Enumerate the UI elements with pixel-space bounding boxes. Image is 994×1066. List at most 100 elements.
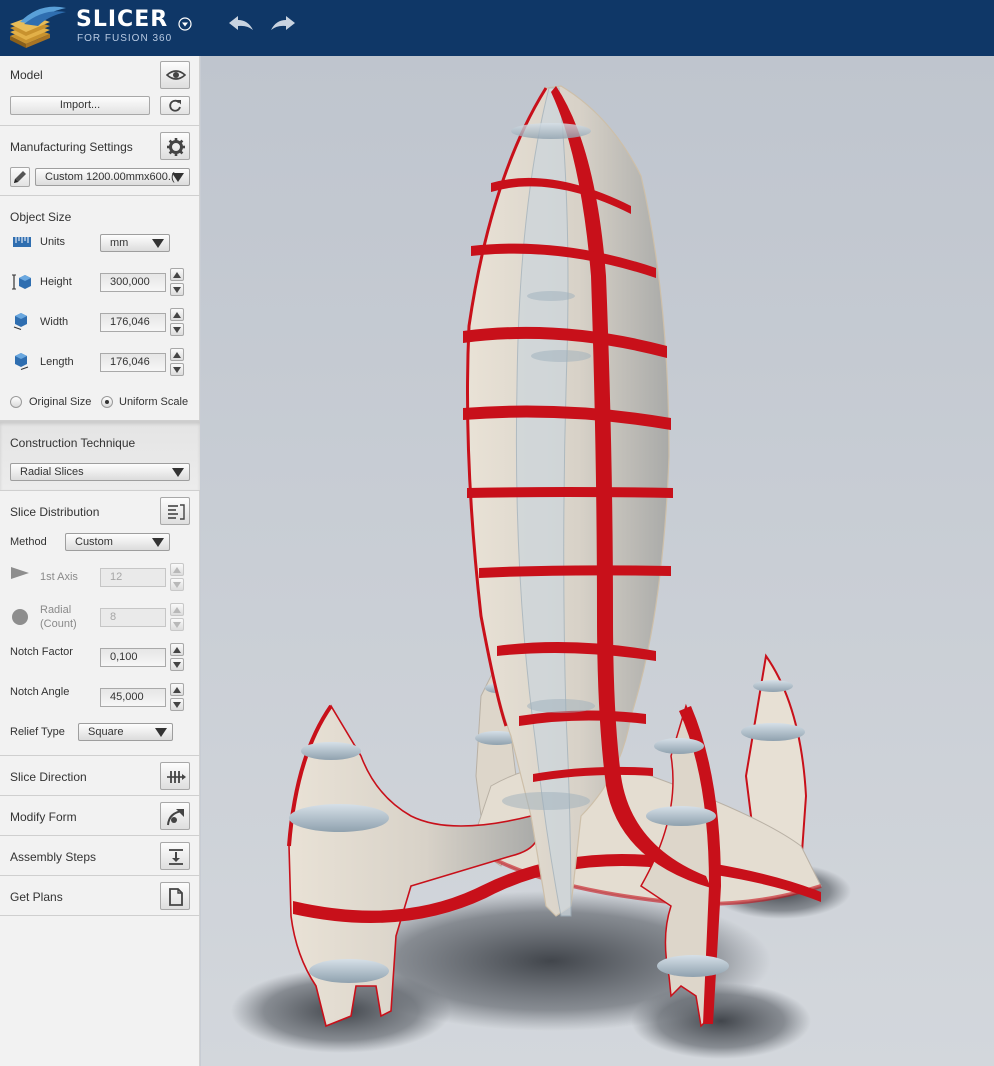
model-viewport[interactable] [201, 56, 994, 1066]
construction-section: Construction Technique Radial Slices [0, 421, 200, 491]
notch-angle-stepper[interactable] [170, 683, 184, 711]
arrow-up-icon [173, 687, 181, 693]
app-subtitle: FOR FUSION 360 [77, 33, 173, 44]
increment-button[interactable] [170, 563, 184, 576]
notch-factor-label: Notch Factor [10, 646, 73, 658]
radial-count-stepper[interactable] [170, 603, 184, 631]
chevron-down-icon [155, 728, 167, 737]
distribution-options-button[interactable] [160, 497, 190, 525]
radial-circle-icon [12, 609, 28, 625]
modify-form-button[interactable] [160, 802, 190, 830]
get-plans-section: Get Plans [0, 876, 200, 916]
units-select[interactable]: mm [100, 234, 170, 252]
decrement-button[interactable] [170, 323, 184, 336]
construction-select[interactable]: Radial Slices [10, 463, 190, 481]
fin-disc [646, 806, 716, 826]
model-title: Model [10, 68, 43, 82]
width-stepper[interactable] [170, 308, 184, 336]
redo-icon[interactable] [268, 12, 298, 36]
decrement-button[interactable] [170, 578, 184, 591]
decrement-button[interactable] [170, 658, 184, 671]
relief-type-label: Relief Type [10, 726, 65, 738]
construction-title: Construction Technique [10, 436, 136, 450]
eye-icon [166, 70, 186, 80]
machine-select[interactable]: Custom 1200.00mmx600.( [35, 168, 190, 186]
decrement-button[interactable] [170, 698, 184, 711]
get-plans-button[interactable] [160, 882, 190, 910]
edit-manufacturing-button[interactable] [10, 167, 30, 187]
increment-button[interactable] [170, 268, 184, 281]
notch-factor-input[interactable]: 0,100 [100, 648, 166, 667]
first-axis-label: 1st Axis [40, 571, 78, 583]
model-section: Model Import... [0, 56, 200, 126]
method-select-value: Custom [75, 536, 113, 548]
length-stepper[interactable] [170, 348, 184, 376]
arrow-down-icon [173, 702, 181, 708]
slice-direction-section: Slice Direction [0, 756, 200, 796]
assembly-steps-icon [169, 849, 183, 865]
relief-type-select[interactable]: Square [78, 723, 173, 741]
height-stepper[interactable] [170, 268, 184, 296]
manufacturing-settings-button[interactable] [160, 132, 190, 160]
first-axis-input[interactable]: 12 [100, 568, 166, 587]
increment-button[interactable] [170, 643, 184, 656]
document-icon [169, 888, 183, 906]
notch-factor-stepper[interactable] [170, 643, 184, 671]
radial-count-input[interactable]: 8 [100, 608, 166, 627]
method-select[interactable]: Custom [65, 533, 170, 551]
original-size-radio[interactable] [10, 396, 22, 408]
chevron-down-icon [172, 468, 184, 477]
length-label: Length [40, 356, 74, 368]
assembly-steps-title: Assembly Steps [10, 850, 97, 864]
slice-direction-button[interactable] [160, 762, 190, 790]
assembly-steps-section: Assembly Steps [0, 836, 200, 876]
refresh-button[interactable] [160, 96, 190, 115]
decrement-button[interactable] [170, 363, 184, 376]
gear-icon [167, 138, 185, 156]
notch-angle-input[interactable]: 45,000 [100, 688, 166, 707]
rocket-model[interactable] [201, 56, 994, 1066]
axis-arrow-icon [11, 567, 29, 579]
ground-shadow [631, 983, 811, 1059]
length-icon [15, 353, 29, 370]
manufacturing-section: Manufacturing Settings Custom 1200.00mmx… [0, 126, 200, 196]
increment-button[interactable] [170, 603, 184, 616]
increment-button[interactable] [170, 348, 184, 361]
chevron-down-icon [152, 538, 164, 547]
arrow-down-icon [173, 287, 181, 293]
arrow-down-icon [173, 582, 181, 588]
assembly-steps-button[interactable] [160, 842, 190, 870]
increment-button[interactable] [170, 308, 184, 321]
slicer-logo-icon [10, 6, 66, 48]
distribution-icon [168, 504, 185, 520]
app-menu-dropdown-icon[interactable] [178, 17, 192, 31]
first-axis-stepper[interactable] [170, 563, 184, 591]
app-brand: SLICER [76, 7, 169, 32]
slice-direction-title: Slice Direction [10, 770, 87, 784]
arrow-up-icon [173, 647, 181, 653]
uniform-scale-radio[interactable] [101, 396, 113, 408]
fin-disc [753, 680, 793, 692]
undo-icon[interactable] [226, 12, 256, 36]
fin-disc [289, 804, 389, 832]
height-input[interactable]: 300,000 [100, 273, 166, 292]
object-size-section: Object Size Units mm Height 300,000 Widt… [0, 196, 200, 421]
arrow-down-icon [173, 662, 181, 668]
pencil-icon [14, 171, 26, 183]
arrow-down-icon [173, 622, 181, 628]
increment-button[interactable] [170, 683, 184, 696]
modify-form-title: Modify Form [10, 810, 77, 824]
fin-disc [309, 959, 389, 983]
fin-disc [741, 723, 805, 741]
decrement-button[interactable] [170, 283, 184, 296]
arrow-up-icon [173, 567, 181, 573]
width-input[interactable]: 176,046 [100, 313, 166, 332]
units-select-value: mm [110, 237, 129, 249]
width-label: Width [40, 316, 69, 328]
length-input[interactable]: 176,046 [100, 353, 166, 372]
import-button[interactable]: Import... [10, 96, 150, 115]
arrow-up-icon [173, 272, 181, 278]
decrement-button[interactable] [170, 618, 184, 631]
height-icon [12, 274, 31, 290]
toggle-visibility-button[interactable] [160, 61, 190, 89]
